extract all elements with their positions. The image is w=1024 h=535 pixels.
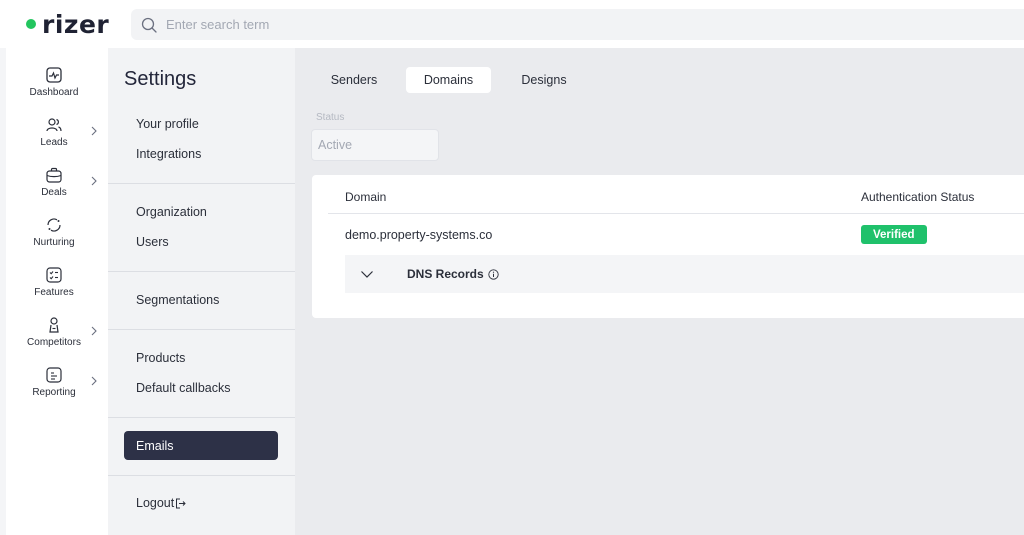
status-badge: Verified [861, 225, 927, 244]
settings-panel: Settings Your profile Integrations Organ… [108, 48, 295, 535]
logo-dot-icon [26, 19, 36, 29]
page-title: Settings [124, 68, 197, 90]
nav-label: Competitors [27, 337, 81, 348]
status-filter-select[interactable]: Active [311, 129, 439, 161]
divider [108, 417, 295, 418]
logout-button[interactable]: Logout [136, 496, 186, 510]
top-bar: rizer [0, 0, 1024, 48]
nav-label: Leads [40, 137, 68, 148]
settings-item-default-callbacks[interactable]: Default callbacks [136, 381, 231, 395]
settings-item-users[interactable]: Users [136, 235, 169, 249]
person-icon [49, 317, 59, 333]
column-header-auth-status: Authentication Status [861, 190, 975, 204]
nav-label: Nurturing [33, 237, 75, 248]
chevron-right-icon [91, 176, 97, 186]
status-filter-label: Status [316, 112, 345, 123]
nav-label: Dashboard [29, 87, 79, 98]
settings-item-organization[interactable]: Organization [136, 205, 207, 219]
settings-item-emails[interactable]: Emails [124, 431, 278, 460]
nav-item-reporting[interactable]: Reporting [6, 364, 102, 408]
domains-table: Domain Authentication Status demo.proper… [312, 175, 1024, 318]
chevron-down-icon [361, 271, 373, 278]
search-icon [141, 17, 157, 33]
info-icon[interactable] [488, 268, 499, 280]
search-bar[interactable] [131, 9, 1024, 40]
users-icon [46, 118, 62, 132]
settings-item-products[interactable]: Products [136, 351, 185, 365]
nav-label: Features [34, 287, 74, 298]
logout-label: Logout [136, 496, 175, 510]
nav-item-leads[interactable]: Leads [6, 114, 102, 158]
divider [108, 183, 295, 184]
main-nav: Dashboard Leads Deals Nurturing Features… [0, 48, 108, 535]
nav-label: Deals [41, 187, 67, 198]
tab-designs[interactable]: Designs [505, 67, 583, 93]
nav-item-deals[interactable]: Deals [6, 164, 102, 208]
divider [108, 329, 295, 330]
divider [108, 271, 295, 272]
briefcase-icon [46, 167, 62, 183]
brand-name: rizer [42, 9, 110, 39]
column-header-domain: Domain [345, 190, 387, 204]
nav-label: Reporting [32, 387, 76, 398]
brand-logo[interactable]: rizer [26, 8, 109, 40]
dns-records-toggle[interactable]: DNS Records [345, 255, 1024, 293]
settings-item-integrations[interactable]: Integrations [136, 147, 201, 161]
settings-item-segmentations[interactable]: Segmentations [136, 293, 219, 307]
settings-item-your-profile[interactable]: Your profile [136, 117, 199, 131]
refresh-circle-icon [47, 218, 61, 232]
monitor-pulse-icon [46, 67, 62, 83]
chevron-right-icon [91, 326, 97, 336]
checklist-icon [46, 267, 62, 283]
dns-records-label: DNS Records [407, 267, 484, 281]
search-input[interactable] [166, 17, 766, 32]
domain-cell: demo.property-systems.co [345, 228, 493, 242]
tab-senders[interactable]: Senders [316, 67, 392, 93]
divider [328, 213, 1024, 214]
divider [108, 475, 295, 476]
logout-icon [176, 498, 186, 508]
nav-item-nurturing[interactable]: Nurturing [6, 214, 102, 258]
nav-item-competitors[interactable]: Competitors [6, 314, 102, 358]
report-icon [46, 367, 62, 383]
nav-item-dashboard[interactable]: Dashboard [6, 64, 102, 108]
main-content: Senders Domains Designs Status Active Do… [295, 48, 1024, 535]
tab-domains[interactable]: Domains [406, 67, 491, 93]
nav-item-features[interactable]: Features [6, 264, 102, 308]
chevron-right-icon [91, 376, 97, 386]
chevron-right-icon [91, 126, 97, 136]
